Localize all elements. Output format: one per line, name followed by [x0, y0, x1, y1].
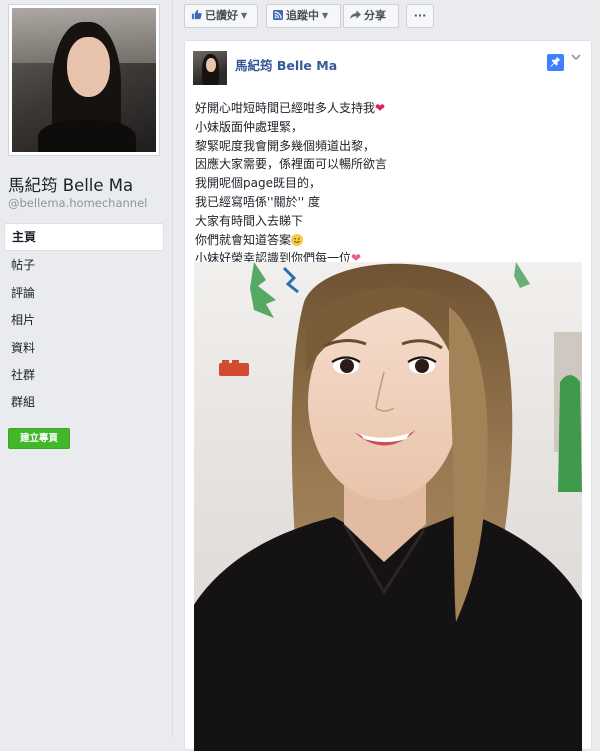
- post-line: 我開呢個page既目的，: [195, 176, 321, 191]
- thumbs-up-icon: [191, 5, 202, 27]
- page-handle[interactable]: @bellema.homechannel: [8, 196, 147, 210]
- chevron-down-icon[interactable]: [571, 53, 581, 64]
- post-line: 黎緊呢度我會開多幾個頻道出黎，: [195, 138, 376, 153]
- post-line: 好開心咁短時間已經咁多人支持我❤: [195, 101, 386, 115]
- share-label: 分享: [364, 9, 386, 22]
- share-button[interactable]: 分享: [343, 4, 399, 28]
- nav-item-posts[interactable]: 帖子: [4, 252, 164, 278]
- rss-icon: [273, 5, 283, 27]
- post-author-avatar[interactable]: [193, 51, 227, 85]
- profile-photo: [12, 8, 156, 152]
- smile-emoji: [291, 233, 304, 246]
- following-button[interactable]: 追蹤中 ▼: [266, 4, 341, 28]
- post-line: 我已經寫唔係''關於'' 度: [195, 194, 321, 209]
- page-title[interactable]: 馬紀筠 Belle Ma: [8, 172, 168, 196]
- post-line: 因應大家需要，係裡面可以暢所欲言: [195, 157, 388, 172]
- page-nav: 主頁 帖子 評論 相片 資料 社群 群組: [4, 223, 164, 417]
- caret-down-icon: ▼: [322, 11, 329, 20]
- liked-label: 已讚好: [205, 9, 238, 22]
- nav-item-photos[interactable]: 相片: [4, 307, 164, 333]
- nav-item-home[interactable]: 主頁: [4, 223, 164, 251]
- more-options-button[interactable]: ···: [406, 4, 434, 28]
- post-body: 好開心咁短時間已經咁多人支持我❤ 小妹版面仲處理緊， 黎緊呢度我會開多幾個頻道出…: [195, 99, 585, 268]
- share-arrow-icon: [350, 5, 361, 27]
- following-label: 追蹤中: [286, 9, 319, 22]
- post-author-name[interactable]: 馬紀筠 Belle Ma: [235, 55, 337, 74]
- left-column: 馬紀筠 Belle Ma @bellema.homechannel 主頁 帖子 …: [0, 0, 173, 738]
- caret-down-icon: ▼: [241, 11, 248, 20]
- post-photo[interactable]: [194, 262, 582, 751]
- heart-emoji: ❤: [375, 101, 386, 115]
- post-line: 小妹版面仲處理緊，: [195, 119, 304, 134]
- profile-picture[interactable]: [8, 4, 160, 156]
- nav-item-reviews[interactable]: 評論: [4, 280, 164, 306]
- create-page-button[interactable]: 建立專頁: [8, 428, 70, 449]
- nav-item-community[interactable]: 社群: [4, 362, 164, 388]
- liked-button[interactable]: 已讚好 ▼: [184, 4, 258, 28]
- pin-icon[interactable]: [547, 54, 564, 71]
- nav-item-about[interactable]: 資料: [4, 335, 164, 361]
- post-line: 大家有時間入去睇下: [195, 213, 304, 228]
- nav-item-groups[interactable]: 群組: [4, 389, 164, 415]
- post-line: 你們就會知道答案: [195, 231, 585, 250]
- post-card: 馬紀筠 Belle Ma 好開心咁短時間已經咁多人支持我❤ 小妹版面仲處理緊， …: [184, 40, 592, 751]
